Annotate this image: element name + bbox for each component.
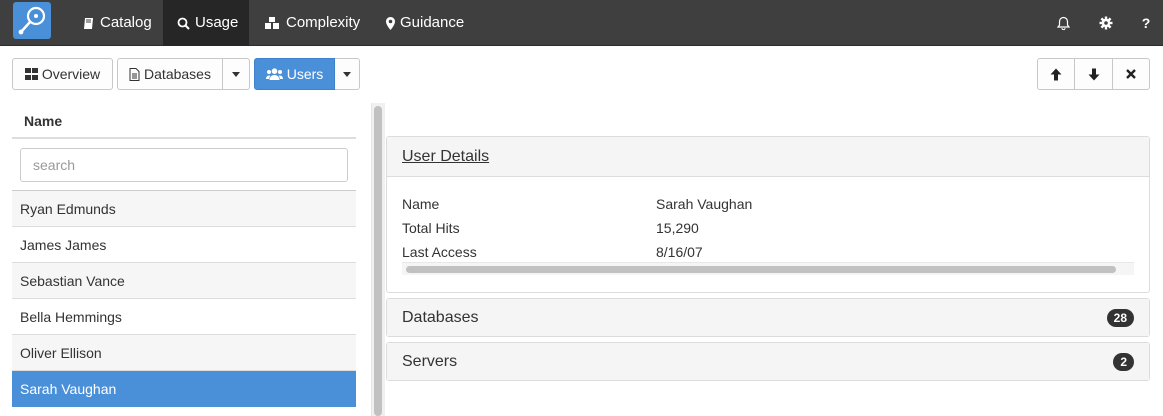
detail-label-last-access: Last Access bbox=[402, 244, 477, 260]
move-down-button[interactable] bbox=[1075, 58, 1113, 90]
user-details-header[interactable]: User Details bbox=[387, 137, 1149, 177]
overview-button[interactable]: Overview bbox=[12, 58, 113, 90]
app-logo[interactable] bbox=[13, 2, 51, 39]
detail-value-last-access: 8/16/07 bbox=[656, 244, 703, 260]
list-item[interactable]: Oliver Ellison bbox=[12, 335, 356, 371]
gear-icon bbox=[1099, 16, 1113, 30]
servers-section[interactable]: Servers 2 bbox=[386, 342, 1150, 381]
databases-button[interactable]: Databases bbox=[117, 58, 223, 90]
list-item[interactable]: Bella Hemmings bbox=[12, 299, 356, 335]
databases-section-header[interactable]: Databases 28 bbox=[387, 299, 1149, 336]
arrow-down-icon bbox=[1088, 68, 1099, 80]
vertical-scrollbar-thumb[interactable] bbox=[374, 106, 382, 416]
nav-catalog[interactable]: Catalog bbox=[69, 0, 166, 46]
move-up-button[interactable] bbox=[1037, 58, 1075, 90]
users-button[interactable]: Users bbox=[254, 58, 335, 90]
chevron-down-icon bbox=[232, 71, 240, 77]
databases-dropdown-toggle[interactable] bbox=[223, 58, 250, 90]
notifications-button[interactable] bbox=[1050, 0, 1076, 46]
nav-guidance[interactable]: Guidance bbox=[372, 0, 478, 46]
settings-button[interactable] bbox=[1093, 0, 1119, 46]
nav-usage[interactable]: Usage bbox=[163, 0, 249, 46]
horizontal-scrollbar-track[interactable] bbox=[402, 262, 1134, 275]
book-icon bbox=[84, 17, 93, 29]
users-dropdown-toggle[interactable] bbox=[335, 58, 360, 90]
horizontal-scrollbar-thumb[interactable] bbox=[406, 266, 1116, 273]
databases-count-badge: 28 bbox=[1106, 308, 1134, 327]
list-item-selected[interactable]: Sarah Vaughan bbox=[12, 371, 356, 407]
nav-complexity[interactable]: Complexity bbox=[250, 0, 374, 46]
users-icon bbox=[265, 68, 283, 80]
list-item[interactable]: James James bbox=[12, 227, 356, 263]
file-text-icon bbox=[129, 67, 140, 81]
map-marker-icon bbox=[386, 16, 395, 30]
users-label: Users bbox=[286, 66, 324, 82]
chevron-down-icon bbox=[343, 71, 351, 77]
user-list-panel: Name Ryan Edmunds James James Sebastian … bbox=[12, 103, 356, 416]
databases-label: Databases bbox=[144, 66, 211, 82]
question-icon: ? bbox=[1141, 15, 1151, 31]
close-button[interactable] bbox=[1113, 58, 1150, 90]
name-column-header[interactable]: Name bbox=[12, 103, 356, 139]
search-icon bbox=[177, 17, 190, 30]
arrow-up-icon bbox=[1050, 68, 1062, 80]
help-button[interactable]: ? bbox=[1135, 0, 1157, 46]
list-item[interactable]: Sebastian Vance bbox=[12, 263, 356, 299]
detail-value-name: Sarah Vaughan bbox=[656, 196, 753, 212]
databases-section-title: Databases bbox=[402, 308, 479, 326]
cubes-icon bbox=[265, 17, 279, 29]
th-large-icon bbox=[24, 68, 38, 80]
servers-section-header[interactable]: Servers 2 bbox=[387, 343, 1149, 380]
nav-guidance-label: Guidance bbox=[400, 14, 465, 31]
servers-count-badge: 2 bbox=[1113, 352, 1134, 371]
detail-label-total-hits: Total Hits bbox=[402, 220, 460, 236]
servers-section-title: Servers bbox=[402, 352, 458, 370]
detail-label-name: Name bbox=[402, 196, 440, 212]
user-details-panel: User Details Name Sarah Vaughan Total Hi… bbox=[386, 136, 1150, 293]
close-icon bbox=[1126, 69, 1136, 79]
detail-value-total-hits: 15,290 bbox=[656, 220, 699, 236]
overview-label: Overview bbox=[41, 66, 101, 82]
nav-usage-label: Usage bbox=[195, 14, 239, 31]
user-details-title[interactable]: User Details bbox=[402, 148, 489, 166]
nav-catalog-label: Catalog bbox=[100, 14, 152, 31]
list-item[interactable]: Ryan Edmunds bbox=[12, 191, 356, 227]
top-navbar: Catalog Usage Complexity Guidance ? bbox=[0, 0, 1163, 46]
nav-complexity-label: Complexity bbox=[286, 14, 361, 31]
search-input[interactable] bbox=[20, 148, 348, 182]
databases-section[interactable]: Databases 28 bbox=[386, 298, 1150, 337]
bell-icon bbox=[1056, 16, 1070, 30]
